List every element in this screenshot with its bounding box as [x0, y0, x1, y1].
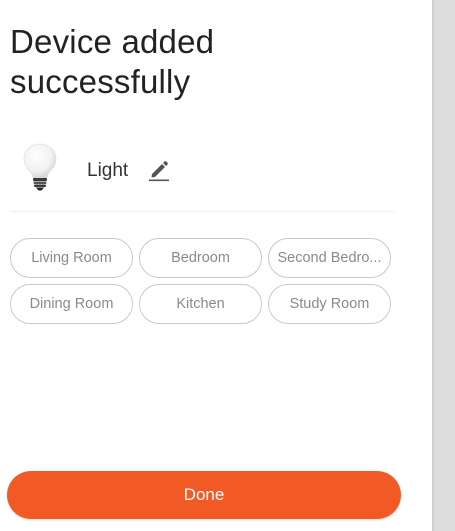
device-row: Light: [10, 140, 400, 204]
done-button[interactable]: Done: [7, 471, 401, 519]
page-title-line2: successfully: [10, 63, 191, 100]
room-chip-kitchen[interactable]: Kitchen: [139, 284, 262, 324]
room-chip-bedroom[interactable]: Bedroom: [139, 238, 262, 278]
device-added-screen: Device added successfully Light Living R…: [0, 0, 455, 531]
room-chip-second-bedroom[interactable]: Second Bedro...: [268, 238, 391, 278]
divider: [10, 211, 395, 212]
edit-name-pencil-icon[interactable]: [146, 157, 172, 183]
device-name: Light: [87, 160, 129, 181]
page-title: Device added successfully: [10, 22, 410, 102]
side-panel: [432, 0, 455, 531]
page-title-line1: Device added: [10, 23, 215, 60]
room-chip-living-room[interactable]: Living Room: [10, 238, 133, 278]
room-chip-study-room[interactable]: Study Room: [268, 284, 391, 324]
light-bulb-icon: [22, 142, 58, 192]
room-chip-dining-room[interactable]: Dining Room: [10, 284, 133, 324]
side-panel-edge: [432, 0, 434, 531]
